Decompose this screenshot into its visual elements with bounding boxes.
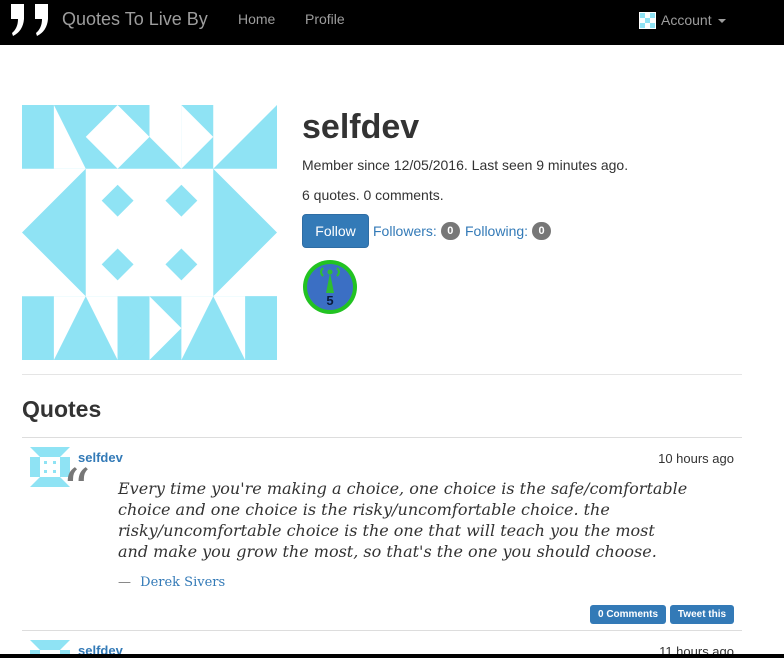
account-label: Account	[661, 12, 712, 28]
attribution-dash: —	[118, 575, 131, 590]
badge-number: 5	[326, 293, 333, 308]
followers-count-badge: 0	[440, 222, 460, 240]
quote-timestamp: 10 hours ago	[658, 451, 734, 466]
section-divider	[22, 374, 742, 375]
profile-avatar	[22, 105, 277, 360]
quote-text: Every time you're making a choice, one c…	[118, 479, 688, 561]
account-dropdown[interactable]: Account	[639, 11, 726, 29]
profile-username: selfdev	[302, 108, 420, 146]
following-label: Following:	[465, 223, 529, 239]
account-avatar	[639, 11, 656, 29]
nav-profile[interactable]: Profile	[305, 11, 345, 27]
brand-logo-icon[interactable]	[9, 4, 53, 36]
quote-item: selfdev 10 hours ago “ Every time you're…	[22, 437, 742, 630]
following-link[interactable]: Following: 0	[465, 222, 552, 240]
followers-label: Followers:	[373, 223, 437, 239]
nav-home[interactable]: Home	[238, 11, 275, 27]
bottom-edge	[0, 654, 784, 658]
member-since-text: Member since 12/05/2016. Last seen 9 min…	[302, 157, 629, 173]
navbar: Quotes To Live By Home Profile Account	[0, 0, 784, 45]
tweet-button[interactable]: Tweet this	[670, 605, 734, 624]
quote-source-link[interactable]: Derek Sivers	[140, 575, 225, 590]
brand-name[interactable]: Quotes To Live By	[62, 9, 208, 30]
caret-down-icon	[717, 19, 726, 23]
quotes-heading: Quotes	[22, 396, 102, 422]
comments-button[interactable]: 0 Comments	[590, 605, 666, 624]
following-count-badge: 0	[532, 222, 552, 240]
radio-tower-badge-icon[interactable]: 5	[302, 259, 358, 315]
activity-counts-text: 6 quotes. 0 comments.	[302, 187, 444, 203]
follow-button[interactable]: Follow	[302, 214, 369, 248]
open-quote-icon: “	[62, 458, 91, 523]
followers-link[interactable]: Followers: 0	[373, 222, 460, 240]
quote-attribution: — Derek Sivers	[118, 575, 225, 590]
